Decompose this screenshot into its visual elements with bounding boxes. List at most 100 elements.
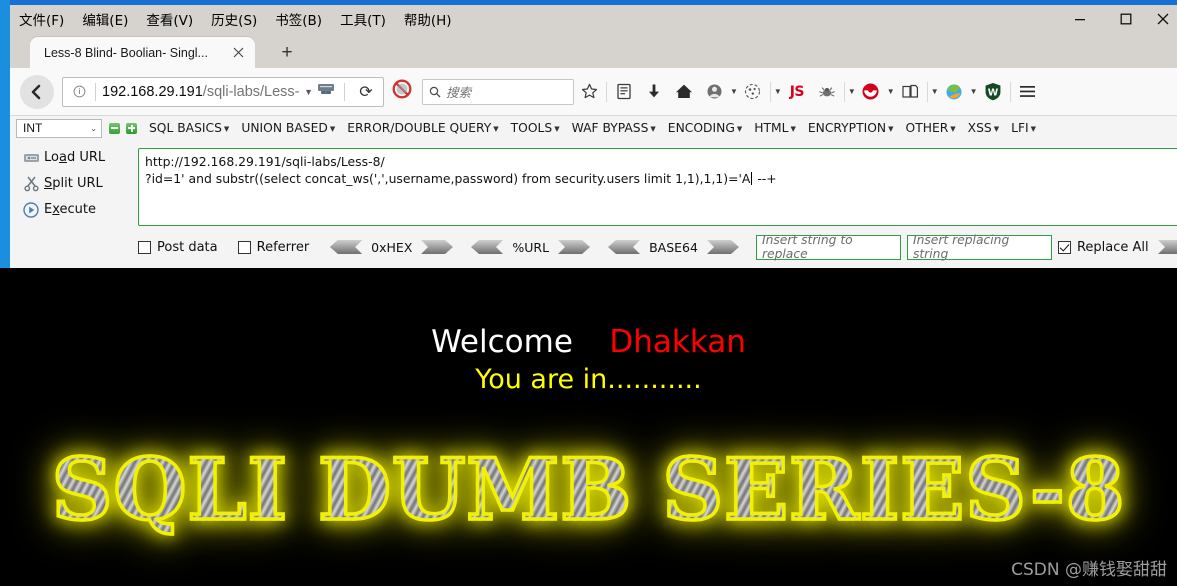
replace-all-checkbox[interactable] xyxy=(1057,240,1071,254)
referrer-checkbox[interactable] xyxy=(237,240,251,254)
hackbar-menu-tools[interactable]: TOOLS ▼ xyxy=(511,121,560,135)
replace-with-input[interactable]: Insert replacing string xyxy=(906,233,1052,261)
url-divider-2 xyxy=(344,82,345,101)
split-url-label: Split URL xyxy=(44,176,103,191)
hamburger-menu-icon[interactable] xyxy=(1013,77,1043,107)
split-url-icon xyxy=(18,176,44,192)
post-data-option[interactable]: Post data xyxy=(138,240,218,255)
csdn-watermark: CSDN @赚钱娶甜甜 xyxy=(1011,560,1167,580)
split-url-button[interactable]: Split URL xyxy=(18,172,130,195)
hackbar-menu-sql-basics[interactable]: SQL BASICS ▼ xyxy=(149,121,229,135)
base64-encode-button[interactable] xyxy=(706,239,740,255)
reload-button[interactable]: ⟳ xyxy=(351,78,381,106)
search-icon xyxy=(429,86,441,97)
remove-param-button[interactable] xyxy=(109,122,120,134)
server-icon[interactable] xyxy=(317,81,335,102)
hackbar-menu-xss[interactable]: XSS ▼ xyxy=(968,121,999,135)
downloads-icon[interactable] xyxy=(639,77,669,107)
replace-apply-button[interactable] xyxy=(1157,239,1177,255)
hackbar-menu-lfi[interactable]: LFI ▼ xyxy=(1011,121,1036,135)
menu-file[interactable]: 文件(F) xyxy=(10,6,73,32)
hackbar-menu-encoding[interactable]: ENCODING ▼ xyxy=(668,121,742,135)
execute-label: Execute xyxy=(44,202,96,217)
container-chevron-icon[interactable]: ▼ xyxy=(774,87,782,96)
add-param-button[interactable] xyxy=(126,122,137,134)
url-divider xyxy=(95,82,96,101)
menu-edit[interactable]: 编辑(E) xyxy=(73,6,137,32)
hackbar-menu-encryption[interactable]: ENCRYPTION ▼ xyxy=(808,121,894,135)
pages-icon[interactable] xyxy=(895,77,925,107)
bug-chevron-icon[interactable]: ▼ xyxy=(848,87,856,96)
shield-red-icon[interactable] xyxy=(856,77,886,107)
account-icon[interactable] xyxy=(699,77,729,107)
noscript-block-icon[interactable] xyxy=(392,79,412,104)
new-tab-button[interactable]: + xyxy=(275,42,299,64)
page-content: Welcome Dhakkan You are in........... SQ… xyxy=(0,268,1177,586)
welcome-text: Welcome xyxy=(431,324,573,360)
menu-view[interactable]: 查看(V) xyxy=(137,6,202,32)
url-text: 192.168.29.191/sqli-labs/Less-8/? xyxy=(102,84,300,100)
info-circle-icon[interactable] xyxy=(69,85,89,98)
sqli-dumb-series-logo: SQLI DUMB SERIES-8 xyxy=(0,446,1177,534)
tab-strip: Less-8 Blind- Boolian- Singl... + xyxy=(10,33,1177,68)
url-bar[interactable]: 192.168.29.191/sqli-labs/Less-8/? ▼ ⟳ xyxy=(62,76,384,107)
hex-label: 0xHEX xyxy=(371,239,413,255)
shield-chevron-icon[interactable]: ▼ xyxy=(887,87,895,96)
welcome-row: Welcome Dhakkan xyxy=(0,324,1177,360)
tab-close-icon[interactable] xyxy=(229,44,247,62)
chevron-down-icon[interactable]: ▼ xyxy=(304,87,313,97)
base64-decode-button[interactable] xyxy=(607,239,641,255)
search-input[interactable]: 搜索 xyxy=(422,78,574,105)
load-url-icon xyxy=(18,151,44,165)
replace-with-placeholder: Insert replacing string xyxy=(912,233,1010,261)
menu-help[interactable]: 帮助(H) xyxy=(395,6,461,32)
hackbar-type-select[interactable]: INT ⌄ xyxy=(16,118,102,138)
menu-history[interactable]: 历史(S) xyxy=(202,6,266,32)
toolbar-divider-1 xyxy=(606,81,607,102)
replace-search-input[interactable]: Insert string to replace xyxy=(755,233,901,261)
star-icon[interactable] xyxy=(574,77,604,107)
status-text: You are in........... xyxy=(475,364,702,395)
hex-decode-button[interactable] xyxy=(329,239,363,255)
maximize-button[interactable] xyxy=(1103,5,1149,33)
load-url-button[interactable]: Load URL xyxy=(18,146,130,169)
request-payload-tail: --+ xyxy=(753,171,777,186)
hackbar-menu-waf-bypass[interactable]: WAF BYPASS ▼ xyxy=(572,121,656,135)
bug-icon[interactable] xyxy=(812,77,842,107)
hackbar-menu-error-double-query[interactable]: ERROR/DOUBLE QUERY ▼ xyxy=(347,121,498,135)
hackbar-options-row: Post data Referrer 0xHEX %URL BASE64 Ins… xyxy=(138,232,1177,262)
request-textarea[interactable]: http://192.168.29.191/sqli-labs/Less-8/ … xyxy=(138,148,1177,226)
username-text: Dhakkan xyxy=(609,324,746,360)
execute-button[interactable]: Execute xyxy=(18,198,130,221)
toolbar-divider-4 xyxy=(926,81,928,102)
replace-all-option[interactable]: Replace All xyxy=(1057,240,1149,255)
hackbar-menu-html[interactable]: HTML ▼ xyxy=(754,121,796,135)
hackbar-menu-other[interactable]: OTHER ▼ xyxy=(906,121,956,135)
hackbar-menu-union-based[interactable]: UNION BASED ▼ xyxy=(241,121,335,135)
hex-encode-button[interactable] xyxy=(420,239,454,255)
js-icon[interactable]: JS xyxy=(782,77,812,107)
globe-icon[interactable] xyxy=(939,77,969,107)
home-icon[interactable] xyxy=(669,77,699,107)
back-button[interactable] xyxy=(20,74,54,109)
menu-bookmarks[interactable]: 书签(B) xyxy=(266,6,331,32)
chevron-down-icon: ⌄ xyxy=(90,123,97,133)
base64-label: BASE64 xyxy=(649,239,698,255)
hackbar-menu-row: INT ⌄ SQL BASICS ▼ UNION BASED ▼ ERROR/DOU… xyxy=(10,116,1177,140)
pages-chevron-icon[interactable]: ▼ xyxy=(931,87,939,96)
globe-chevron-icon[interactable]: ▼ xyxy=(970,87,978,96)
close-button[interactable] xyxy=(1149,5,1177,33)
url-decode-button[interactable] xyxy=(470,239,504,255)
menu-tools[interactable]: 工具(T) xyxy=(331,6,395,32)
tab-active[interactable]: Less-8 Blind- Boolian- Singl... xyxy=(30,37,255,68)
referrer-option[interactable]: Referrer xyxy=(237,239,310,255)
url-encode-button[interactable] xyxy=(557,239,591,255)
account-chevron-icon[interactable]: ▼ xyxy=(730,87,738,96)
post-data-checkbox[interactable] xyxy=(138,240,151,254)
container-icon[interactable] xyxy=(738,77,768,107)
referrer-label: Referrer xyxy=(256,239,310,255)
minimize-button[interactable] xyxy=(1057,5,1103,33)
request-payload: ?id=1' and substr((select concat_ws(',',… xyxy=(145,171,751,186)
library-icon[interactable] xyxy=(609,77,639,107)
w-shield-icon[interactable]: W xyxy=(978,77,1008,107)
